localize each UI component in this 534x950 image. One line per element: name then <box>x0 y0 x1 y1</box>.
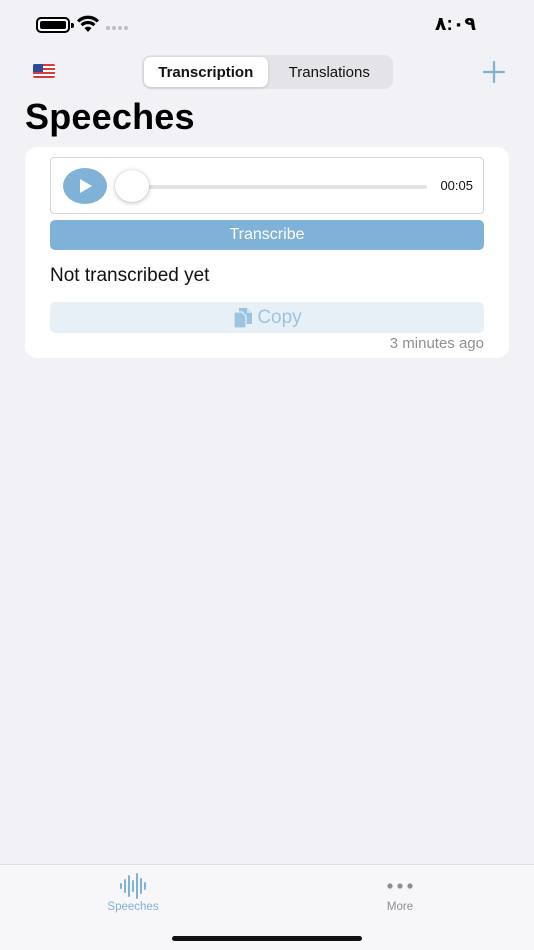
waveform-icon <box>120 873 146 899</box>
tab-more[interactable]: More <box>330 865 470 925</box>
battery-icon <box>36 17 74 33</box>
tab-speeches-label: Speeches <box>107 901 159 913</box>
tab-speeches[interactable]: Speeches <box>63 865 203 925</box>
tab-more-label: More <box>386 901 414 913</box>
audio-player: 00:05 <box>50 157 484 214</box>
timestamp: 3 minutes ago <box>389 335 484 352</box>
progress-track[interactable] <box>131 185 427 189</box>
progress-slider-thumb[interactable] <box>115 170 149 202</box>
transcribe-button[interactable]: Transcribe <box>50 220 484 250</box>
status-bar: ٨:٠٩ <box>0 0 534 48</box>
copy-button[interactable]: Copy <box>50 302 484 333</box>
speech-card: 00:05 Transcribe Not transcribed yet Cop… <box>25 147 509 358</box>
segment-transcription[interactable]: Transcription <box>144 57 268 87</box>
wifi-icon <box>77 15 99 32</box>
us-flag-icon[interactable] <box>33 64 55 78</box>
duration-label: 00:05 <box>440 178 473 193</box>
ellipsis-icon <box>387 883 413 889</box>
status-time: ٨:٠٩ <box>434 14 476 35</box>
navigation-bar: Transcription Translations <box>0 54 534 90</box>
home-indicator[interactable] <box>172 936 362 941</box>
cellular-signal-icon <box>106 26 128 30</box>
plus-icon[interactable] <box>482 60 506 84</box>
transcription-status: Not transcribed yet <box>50 265 210 286</box>
play-button[interactable] <box>63 168 107 204</box>
copy-label: Copy <box>257 306 302 328</box>
copy-icon <box>233 307 253 329</box>
mode-segmented-control: Transcription Translations <box>142 55 393 89</box>
page-title: Speeches <box>25 96 195 137</box>
play-icon <box>80 179 92 193</box>
segment-translations[interactable]: Translations <box>268 57 392 87</box>
